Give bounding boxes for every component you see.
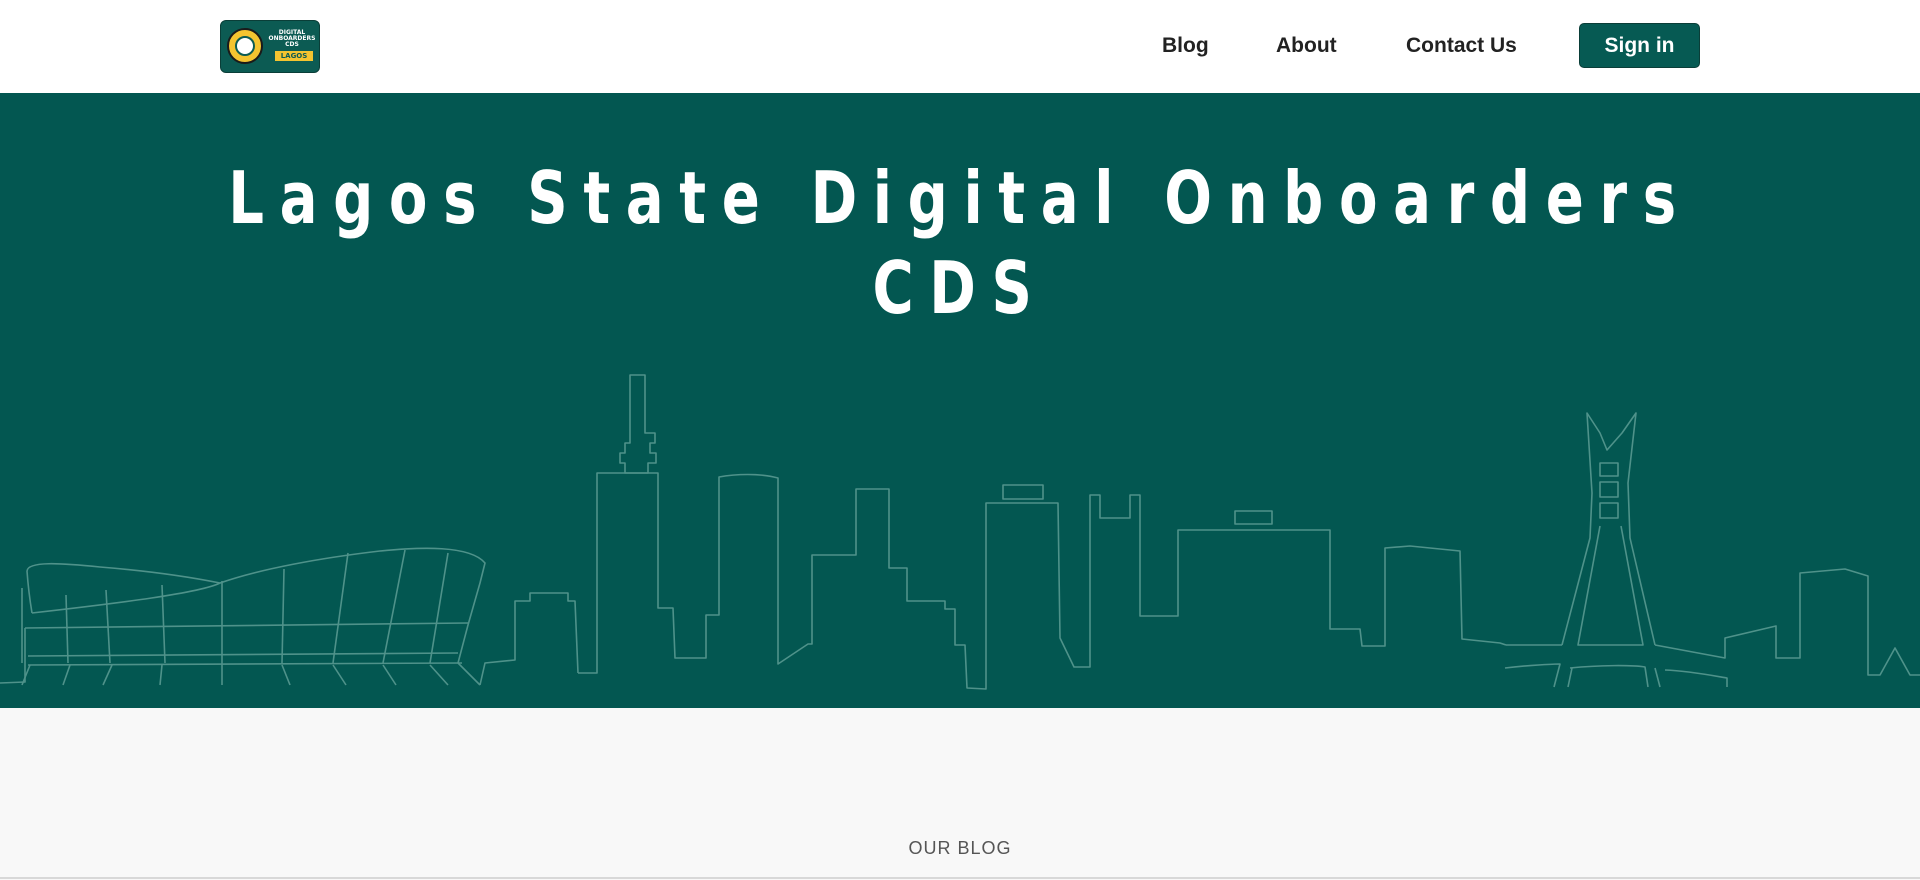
navbar: DIGITAL ONBOARDERS CDS LAGOS Blog About … (0, 0, 1920, 93)
blog-section-label: OUR BLOG (908, 838, 1012, 858)
hero-banner: Lagos State Digital Onboarders CDS (0, 93, 1920, 708)
blog-section: OUR BLOG (0, 708, 1920, 880)
lagos-skyline-illustration (0, 374, 1920, 690)
nav-link-about[interactable]: About (1276, 32, 1337, 60)
nysc-seal-icon (227, 28, 263, 64)
seal-center-icon (235, 36, 255, 56)
logo-line: CDS (285, 41, 299, 48)
sign-in-button[interactable]: Sign in (1579, 23, 1700, 68)
section-divider (0, 877, 1920, 879)
logo-text: DIGITAL ONBOARDERS CDS (267, 30, 317, 48)
nav-link-blog[interactable]: Blog (1162, 32, 1209, 60)
logo-tag: LAGOS (275, 51, 313, 61)
city-towers-outline (479, 374, 1507, 690)
stadium-outline (0, 547, 486, 686)
nav-link-contact[interactable]: Contact Us (1406, 32, 1517, 60)
landmark-tower-outline (1504, 412, 1728, 688)
site-logo[interactable]: DIGITAL ONBOARDERS CDS LAGOS (220, 20, 320, 73)
